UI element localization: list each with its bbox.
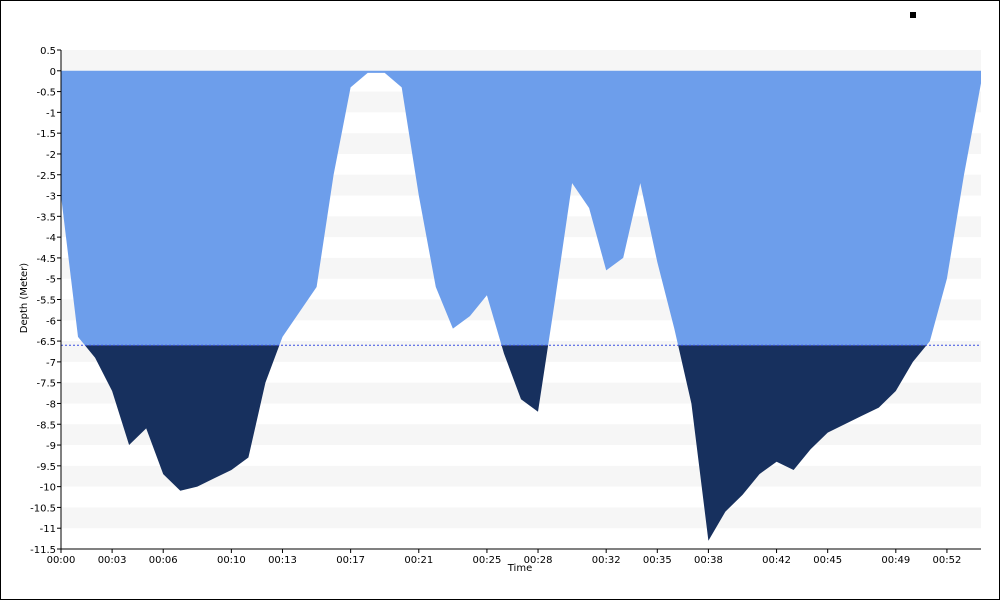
- y-tick-label: -2.5: [36, 171, 56, 182]
- grid-band: [61, 50, 981, 71]
- x-tick-label: 00:10: [217, 555, 246, 566]
- y-tick-label: -5.5: [36, 296, 56, 307]
- y-tick-label: -8.5: [36, 420, 56, 431]
- y-tick-label: -8: [46, 399, 56, 410]
- y-tick-label: -7.5: [36, 379, 56, 390]
- y-tick-label: -5: [46, 275, 56, 286]
- x-tick-label: 00:25: [473, 555, 502, 566]
- y-tick-label: -4.5: [36, 254, 56, 265]
- x-tick-label: 00:32: [592, 555, 621, 566]
- x-tick-label: 00:17: [336, 555, 365, 566]
- y-tick-label: -6: [46, 316, 56, 327]
- y-tick-label: -7: [46, 358, 56, 369]
- x-tick-label: 00:35: [643, 555, 672, 566]
- depth-chart: 0.5 0 -0.5 -1 -1.5 -2 -2.5 -3 -3.5 -4 -4.5 -5 -5.5 -6…: [19, 46, 981, 574]
- y-tick-label: -3.5: [36, 212, 56, 223]
- y-tick-label: -10: [40, 483, 56, 494]
- y-tick-label: -3: [46, 192, 56, 203]
- y-tick-label: -10.5: [30, 503, 56, 514]
- y-tick-label: -1: [46, 108, 56, 119]
- y-tick-label: 0.5: [40, 46, 56, 57]
- y-tick-label: -9: [46, 441, 56, 452]
- y-axis-title: Depth (Meter): [19, 263, 30, 334]
- x-tick-label: 00:38: [694, 555, 723, 566]
- x-tick-label: 00:00: [47, 555, 76, 566]
- x-tick-label: 00:52: [933, 555, 962, 566]
- y-tick-label: -0.5: [36, 88, 56, 99]
- y-tick-label: -11: [40, 524, 56, 535]
- x-tick-label: 00:42: [762, 555, 791, 566]
- x-tick-label: 00:49: [881, 555, 910, 566]
- x-axis-title: Time: [507, 563, 532, 574]
- x-tick-label: 00:13: [268, 555, 297, 566]
- y-tick-label: -2: [46, 150, 56, 161]
- y-tick-label: 0: [50, 67, 56, 78]
- x-tick-label: 00:21: [404, 555, 433, 566]
- x-tick-label: 00:03: [98, 555, 127, 566]
- grid-band: [61, 507, 981, 529]
- x-tick-label: 00:06: [149, 555, 178, 566]
- x-tick-label: 00:45: [813, 555, 842, 566]
- y-tick-label: -4: [46, 233, 56, 244]
- y-tick-label: -1.5: [36, 129, 56, 140]
- y-tick-label: -6.5: [36, 337, 56, 348]
- y-tick-label: -9.5: [36, 462, 56, 473]
